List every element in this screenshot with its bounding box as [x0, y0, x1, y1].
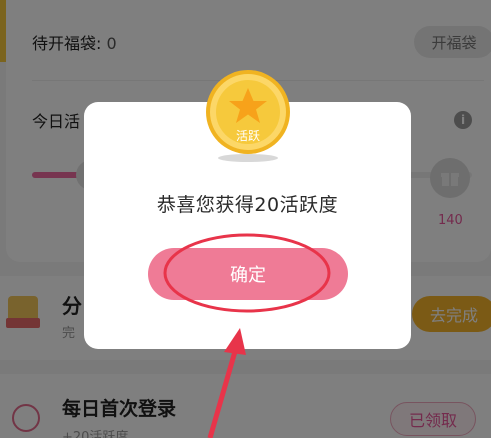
confirm-button[interactable]: 确定 — [148, 248, 348, 300]
reward-message: 恭喜您获得20活跃度 — [156, 194, 339, 216]
coin-label: 活跃 — [236, 129, 260, 143]
star-coin-icon: 活跃 — [206, 70, 290, 162]
